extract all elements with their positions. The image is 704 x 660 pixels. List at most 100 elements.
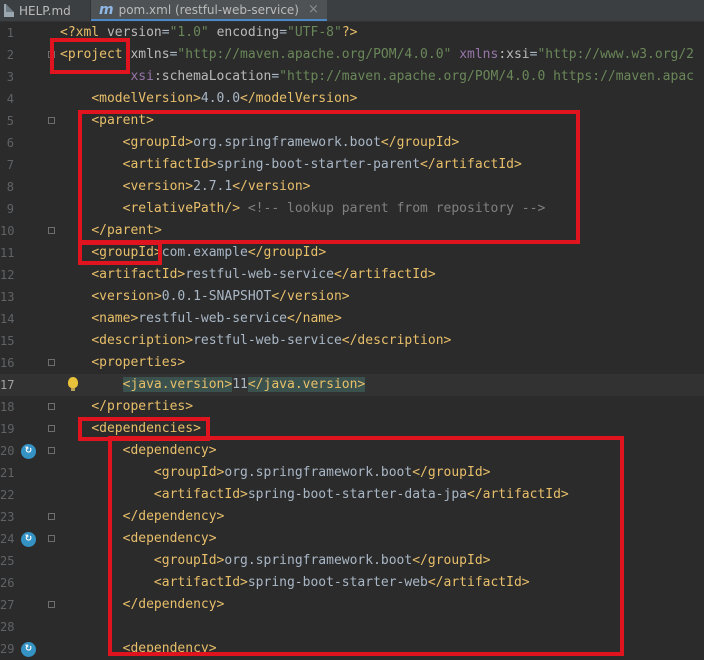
code-line[interactable]: 25 <groupId>org.springframework.boot</gr… (0, 550, 704, 572)
line-number: 26 (0, 576, 15, 590)
fold-marker-icon[interactable] (48, 359, 55, 366)
code-line[interactable]: 16 <properties> (0, 352, 704, 374)
tab-label: HELP.md (19, 3, 71, 18)
code-text: <version>0.0.1-SNAPSHOT</version> (91, 289, 350, 304)
line-number: 24 (0, 532, 15, 546)
code-line[interactable]: 2 <project xmlns="http://maven.apache.org… (0, 44, 704, 66)
line-number: 10 (0, 224, 15, 238)
code-text: <properties> (91, 355, 186, 370)
fold-marker-icon[interactable] (48, 601, 55, 608)
code-line[interactable]: 20 ↻ <dependency> (0, 440, 704, 462)
code-text: <version>2.7.1</version> (122, 179, 311, 194)
code-line[interactable]: 12 <artifactId>restful-web-service</arti… (0, 264, 704, 286)
line-number: 14 (0, 312, 15, 326)
code-line[interactable]: 26 <artifactId>spring-boot-starter-web</… (0, 572, 704, 594)
line-number: 18 (0, 400, 15, 414)
tab-label: pom.xml (restful-web-service) (118, 2, 299, 17)
line-number: 20 (0, 444, 15, 458)
code-line[interactable]: 4 <modelVersion>4.0.0</modelVersion> (0, 88, 704, 110)
fold-marker-icon[interactable] (48, 535, 55, 542)
line-number: 9 (6, 202, 14, 216)
code-line[interactable]: 11 <groupId>com.example</groupId> (0, 242, 704, 264)
code-line[interactable]: 19 <dependencies> (0, 418, 704, 440)
code-text: <artifactId>spring-boot-starter-parent</… (122, 157, 522, 172)
code-line[interactable]: 9 <relativePath/> <!-- lookup parent fro… (0, 198, 704, 220)
tab-help-md[interactable]: HELP.md (0, 0, 91, 21)
code-text: <groupId>org.springframework.boot</group… (153, 553, 491, 568)
line-number: 2 (6, 48, 14, 62)
line-number: 7 (6, 158, 14, 172)
code-line[interactable]: 13 <version>0.0.1-SNAPSHOT</version> (0, 286, 704, 308)
markdown-file-icon (4, 4, 14, 17)
code-text: <dependency> (122, 641, 217, 656)
code-line[interactable]: 17 <java.version>11</java.version> (0, 374, 704, 396)
code-line[interactable]: 6 <groupId>org.springframework.boot</gro… (0, 132, 704, 154)
code-line[interactable]: 28 (0, 616, 704, 638)
code-line[interactable]: 18 </properties> (0, 396, 704, 418)
line-number: 1 (6, 26, 14, 40)
tab-pom-xml[interactable]: m pom.xml (restful-web-service) × (91, 0, 327, 21)
implemented-override-icon[interactable]: ↻ (21, 532, 36, 547)
code-text: <dependencies> (91, 421, 201, 436)
fold-marker-icon[interactable] (48, 425, 55, 432)
code-text: <dependency> (122, 443, 217, 458)
line-number: 15 (0, 334, 15, 348)
code-line[interactable]: 29 ↻ <dependency> (0, 638, 704, 660)
code-text: </dependency> (122, 597, 225, 612)
fold-marker-icon[interactable] (48, 513, 55, 520)
code-line[interactable]: 15 <description>restful-web-service</des… (0, 330, 704, 352)
code-editor[interactable]: 1 <?xml version="1.0" encoding="UTF-8"?> 2… (0, 22, 704, 657)
line-number: 13 (0, 290, 15, 304)
fold-marker-icon[interactable] (48, 447, 55, 454)
code-line[interactable]: 10 </parent> (0, 220, 704, 242)
code-line[interactable]: 24 ↻ <dependency> (0, 528, 704, 550)
code-line[interactable]: 5 <parent> (0, 110, 704, 132)
code-text: <artifactId>restful-web-service</artifac… (91, 267, 436, 282)
line-number: 8 (6, 180, 14, 194)
line-number: 11 (0, 246, 15, 260)
line-number: 6 (6, 136, 14, 150)
code-text: <description>restful-web-service</descri… (91, 333, 452, 348)
code-text: <artifactId>spring-boot-starter-web</art… (153, 575, 530, 590)
fold-marker-icon[interactable] (48, 227, 55, 234)
code-line[interactable]: 14 <name>restful-web-service</name> (0, 308, 704, 330)
code-text: xsi:schemaLocation="http://maven.apache.… (130, 69, 694, 84)
line-number: 25 (0, 554, 15, 568)
line-number: 27 (0, 598, 15, 612)
line-number: 16 (0, 356, 15, 370)
fold-marker-icon[interactable] (48, 403, 55, 410)
code-line[interactable]: 7 <artifactId>spring-boot-starter-parent… (0, 154, 704, 176)
code-line[interactable]: 27 </dependency> (0, 594, 704, 616)
code-line[interactable]: 23 </dependency> (0, 506, 704, 528)
implemented-override-icon[interactable]: ↻ (21, 444, 36, 459)
code-line[interactable]: 22 <artifactId>spring-boot-starter-data-… (0, 484, 704, 506)
code-text: <artifactId>spring-boot-starter-data-jpa… (153, 487, 569, 502)
maven-icon: m (99, 1, 114, 18)
code-line[interactable]: 3 xsi:schemaLocation="http://maven.apach… (0, 66, 704, 88)
close-icon[interactable]: × (308, 2, 319, 17)
code-text: </properties> (91, 399, 194, 414)
fold-marker-icon[interactable] (48, 117, 55, 124)
code-text: <name>restful-web-service</name> (91, 311, 342, 326)
code-text: </parent> (91, 223, 162, 238)
code-line[interactable]: 1 <?xml version="1.0" encoding="UTF-8"?> (0, 22, 704, 44)
implemented-override-icon[interactable]: ↻ (21, 642, 36, 657)
code-text: <project xmlns="http://maven.apache.org/… (60, 47, 695, 62)
code-text: <groupId>org.springframework.boot</group… (122, 135, 460, 150)
line-number: 22 (0, 488, 15, 502)
line-number: 21 (0, 466, 15, 480)
line-number: 4 (6, 92, 14, 106)
line-number: 28 (0, 620, 15, 634)
line-number: 29 (0, 642, 15, 656)
code-text: <java.version>11</java.version> (122, 377, 366, 392)
code-line[interactable]: 8 <version>2.7.1</version> (0, 176, 704, 198)
line-number: 12 (0, 268, 15, 282)
fold-marker-icon[interactable] (48, 51, 55, 58)
code-text: <?xml version="1.0" encoding="UTF-8"?> (60, 25, 358, 40)
code-text: <relativePath/> <!-- lookup parent from … (122, 201, 546, 216)
code-line[interactable]: 21 <groupId>org.springframework.boot</gr… (0, 462, 704, 484)
editor-tab-bar: HELP.md m pom.xml (restful-web-service) … (0, 0, 704, 22)
line-number: 17 (0, 378, 15, 392)
code-text: <parent> (91, 113, 154, 128)
line-number: 19 (0, 422, 15, 436)
